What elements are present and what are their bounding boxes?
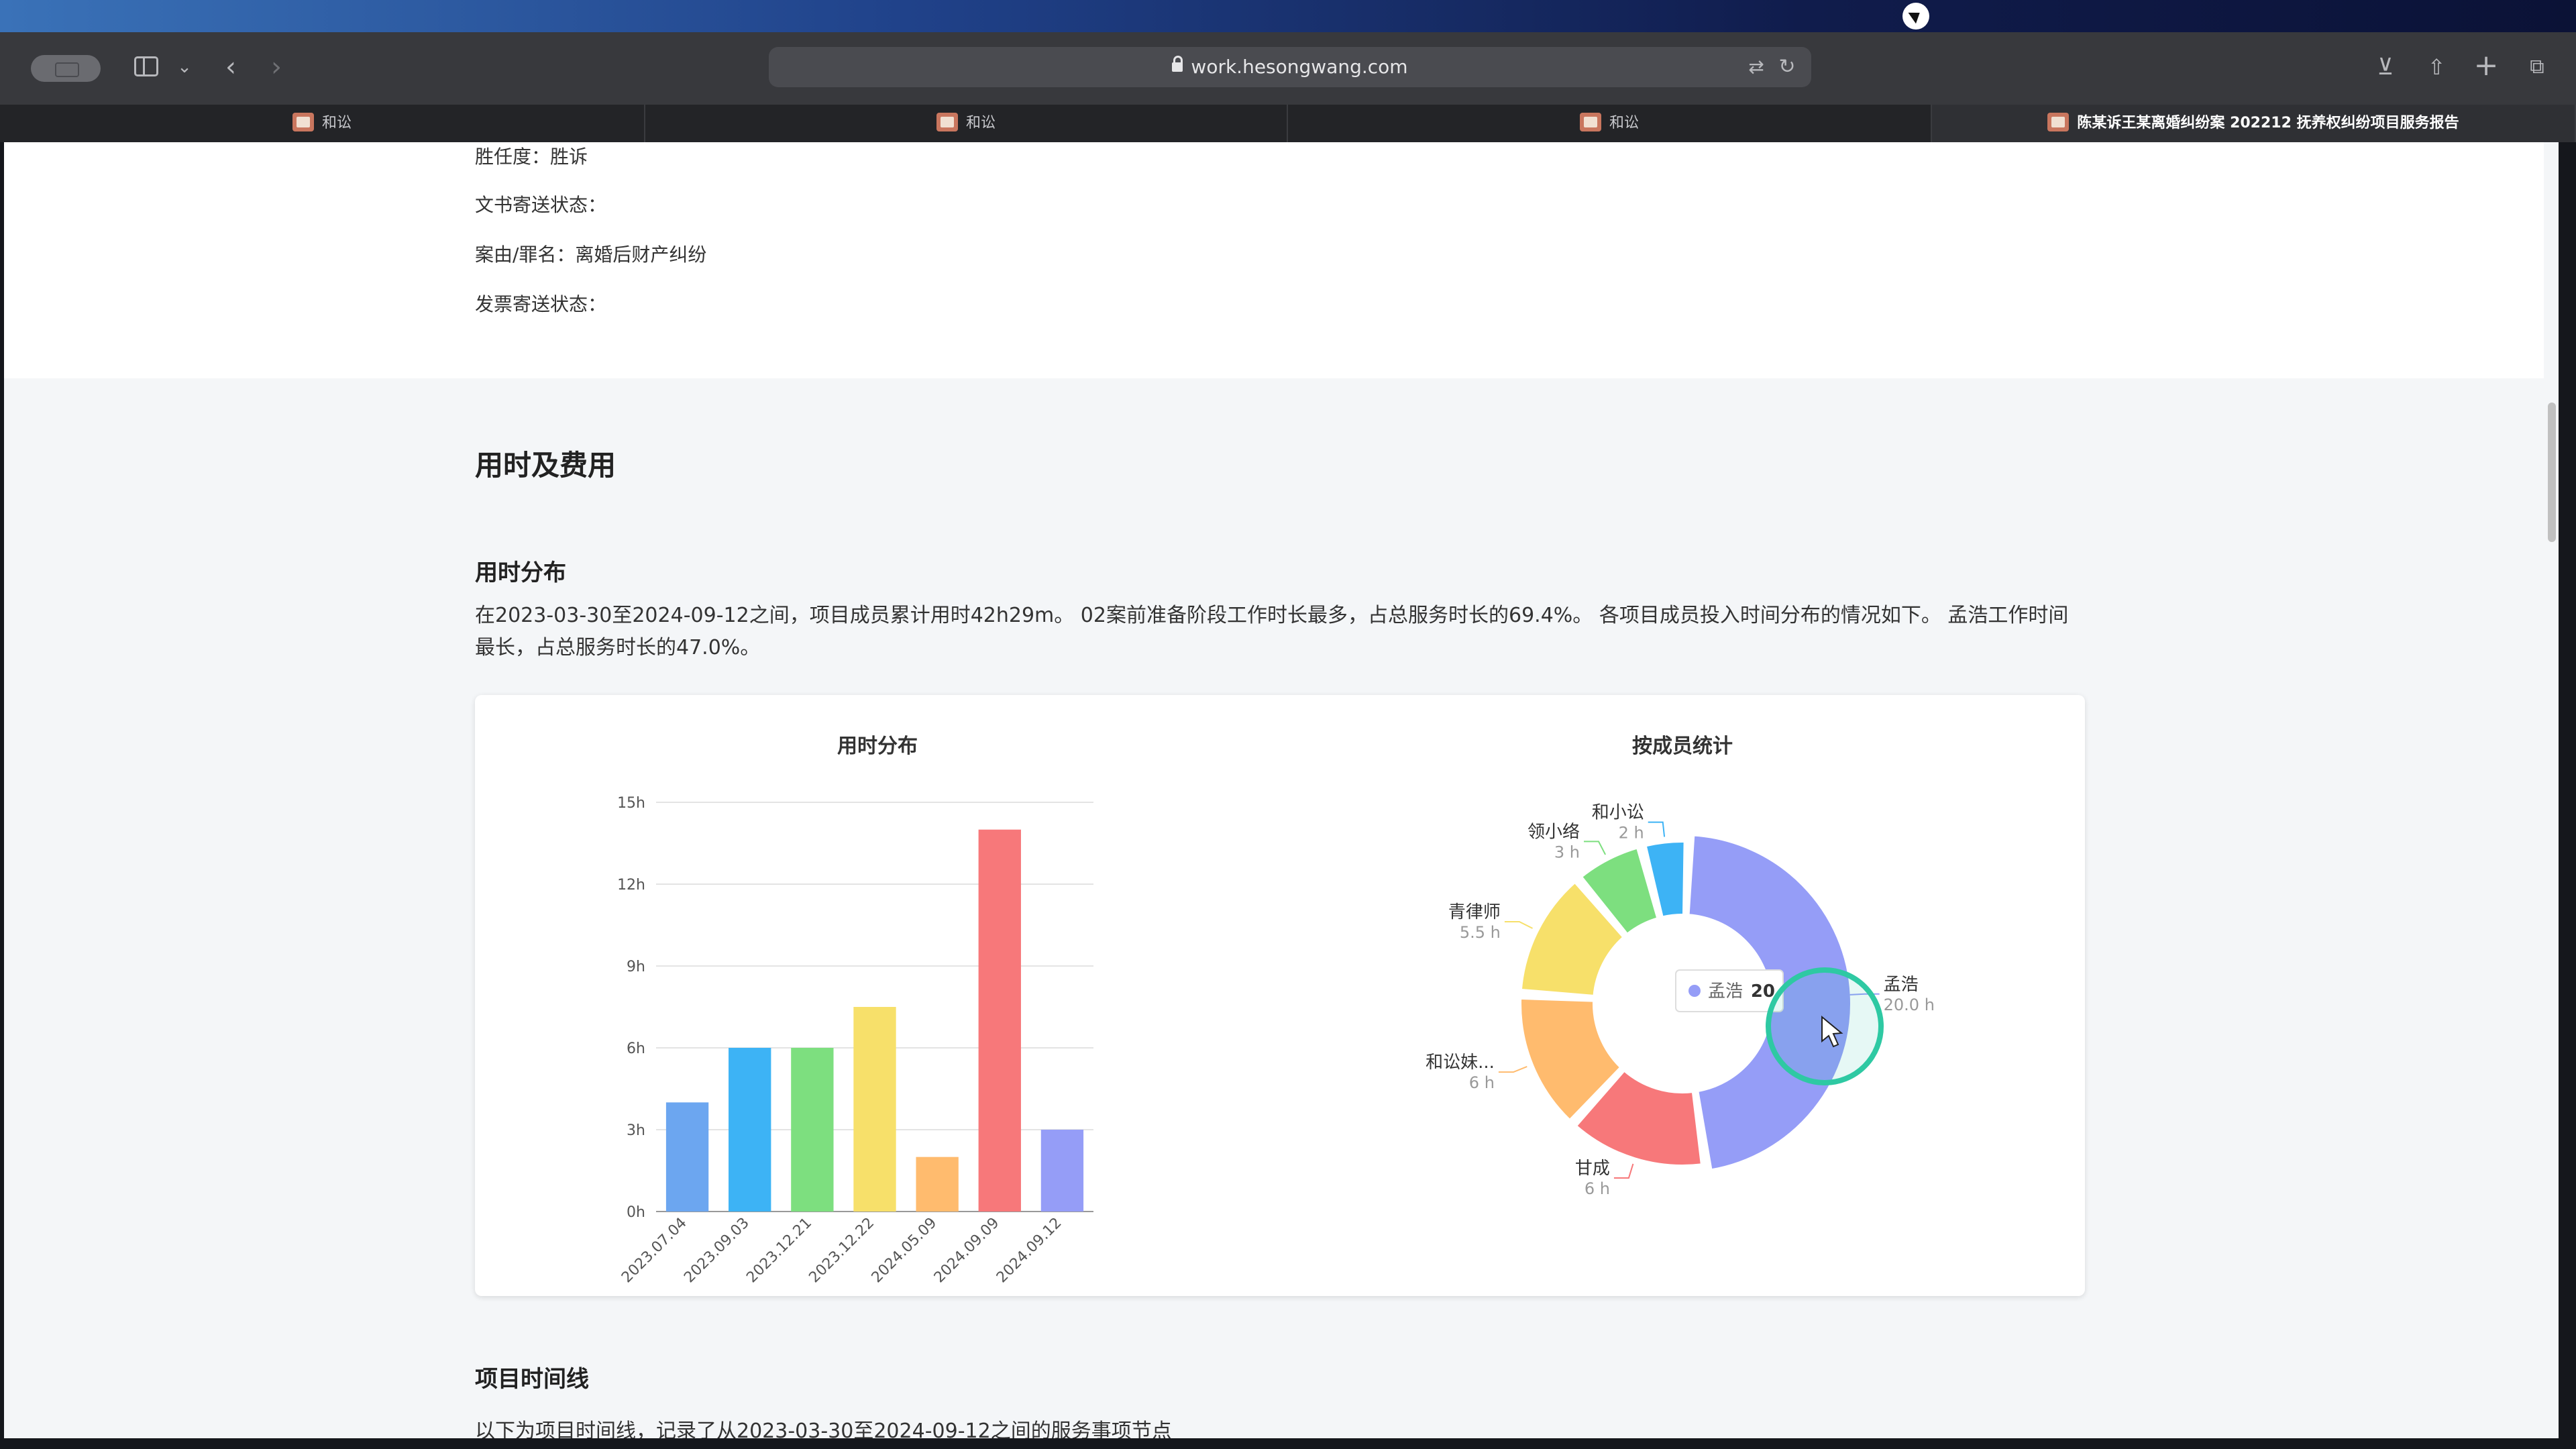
pie-label-name: 领小络	[1527, 822, 1580, 842]
pie-label-name: 青律师	[1448, 902, 1501, 922]
case-info-panel: 胜任度：胜诉 文书寄送状态： 案由/罪名：离婚后财产纠纷 发票寄送状态：	[4, 142, 2559, 378]
case-cause: 案由/罪名：离婚后财产纠纷	[475, 244, 707, 266]
reload-icon[interactable]: ↻	[1774, 47, 1801, 87]
scrollbar-thumb[interactable]	[2548, 402, 2556, 542]
download-icon[interactable]: ⊻	[2371, 47, 2400, 87]
back-icon[interactable]: ‹	[217, 47, 244, 87]
tab-strip: 和讼 和讼 和讼 陈某诉王某离婚纠纷案 202212 抚养权纠纷项目服务报告	[0, 105, 2576, 142]
translate-icon[interactable]: ⇄	[1741, 47, 1771, 87]
favicon-icon	[1579, 113, 1601, 131]
tab[interactable]: 和讼	[0, 105, 645, 142]
timeline-description: 以下为项目时间线，记录了从2023-03-30至2024-09-12之间的服务事…	[475, 1419, 1172, 1438]
subsection-title: 用时分布	[475, 559, 566, 586]
invoice-status: 发票寄送状态：	[475, 293, 607, 315]
x-tick-label: 2024.05.09	[869, 1215, 941, 1287]
time-description: 在2023-03-30至2024-09-12之间，项目成员累计用时42h29m。…	[475, 604, 2069, 659]
y-tick-label: 15h	[617, 795, 645, 812]
bar[interactable]	[665, 1102, 709, 1212]
mac-menubar	[0, 0, 2576, 32]
new-tab-icon[interactable]: +	[2471, 46, 2501, 86]
y-tick-label: 12h	[617, 877, 645, 894]
chart-card: 用时分布 0h 3h 6h 9h 12h 15h 2023.07.04 2023.09.03 20…	[475, 695, 2085, 1296]
address-bar[interactable]: work.hesongwang.com ⇄ ↻	[769, 47, 1811, 87]
bar[interactable]	[1040, 1130, 1084, 1212]
lock-icon	[1172, 56, 1183, 72]
pie-leader-line	[1504, 921, 1533, 929]
pie-label-value: 5.5 h	[1460, 923, 1501, 942]
bar[interactable]	[916, 1157, 959, 1212]
forward-icon[interactable]: ›	[263, 47, 290, 87]
pie-label-value: 3 h	[1554, 843, 1580, 861]
tab-label: 和讼	[965, 115, 996, 131]
favicon-icon	[936, 113, 958, 131]
tab-overview-icon[interactable]: ⧉	[2522, 47, 2552, 87]
share-icon[interactable]: ⇧	[2422, 47, 2451, 87]
tab[interactable]: 和讼	[645, 105, 1288, 142]
pie-leader-line	[1613, 1163, 1634, 1179]
pie-label-value: 20.0 h	[1884, 996, 1935, 1014]
window-controls-icon[interactable]	[31, 55, 101, 82]
section-title: 用时及费用	[475, 449, 616, 482]
tooltip-dot-icon	[1688, 985, 1701, 997]
y-tick-label: 6h	[627, 1040, 645, 1057]
x-tick-label: 2023.07.04	[619, 1215, 690, 1287]
bar[interactable]	[791, 1048, 834, 1212]
favicon-icon	[292, 113, 314, 131]
tab-active[interactable]: 陈某诉王某离婚纠纷案 202212 抚养权纠纷项目服务报告	[1932, 105, 2576, 142]
pie-chart-title: 按成员统计	[1632, 735, 1733, 758]
doc-mail-status: 文书寄送状态：	[475, 194, 607, 216]
win-status: 胜任度：胜诉	[475, 146, 588, 168]
x-tick-label: 2024.09.12	[994, 1215, 1065, 1287]
pie-label-value: 6 h	[1469, 1073, 1495, 1092]
tab-label: 和讼	[321, 115, 352, 131]
favicon-icon	[2047, 113, 2070, 131]
browser-toolbar: ⌄ ‹ › work.hesongwang.com ⇄ ↻ ⊻ ⇧ + ⧉	[0, 32, 2576, 106]
chevron-down-icon[interactable]: ⌄	[174, 47, 195, 87]
charts-svg: 用时分布0h3h6h9h12h15h2023.07.042023.09.0320…	[617, 735, 1935, 1287]
x-tick-label: 2023.12.21	[743, 1215, 815, 1287]
pie-label-value: 2 h	[1619, 824, 1644, 843]
tooltip-value: 20	[1751, 981, 1775, 1002]
tab[interactable]: 和讼	[1288, 105, 1932, 142]
x-tick-label: 2024.09.09	[931, 1215, 1003, 1287]
y-tick-label: 3h	[627, 1122, 645, 1139]
bar[interactable]	[729, 1048, 771, 1212]
pie-label-value: 6 h	[1585, 1179, 1610, 1198]
scrollbar[interactable]	[2544, 142, 2559, 1438]
tab-label: 和讼	[1609, 115, 1639, 131]
pie-label-name: 和小讼	[1592, 803, 1644, 823]
pie-label-name: 甘成	[1575, 1159, 1610, 1179]
x-tick-label: 2023.12.22	[806, 1215, 877, 1287]
y-tick-label: 0h	[627, 1204, 645, 1221]
page-content: 胜任度：胜诉 文书寄送状态： 案由/罪名：离婚后财产纠纷 发票寄送状态： 用时及…	[4, 142, 2559, 1438]
url-text: work.hesongwang.com	[1191, 56, 1408, 78]
y-tick-label: 9h	[627, 959, 645, 975]
sidebar-toggle-icon[interactable]	[134, 56, 158, 76]
pie-leader-line	[1648, 821, 1666, 837]
pie-leader-line	[1584, 841, 1607, 855]
bar[interactable]	[978, 829, 1021, 1212]
pie-label-name: 孟浩	[1884, 975, 1919, 995]
pie-label-name: 和讼妹...	[1426, 1053, 1495, 1073]
pie-leader-line	[1498, 1065, 1527, 1073]
bar[interactable]	[853, 1007, 896, 1212]
tab-label: 陈某诉王某离婚纠纷案 202212 抚养权纠纷项目服务报告	[2077, 115, 2459, 131]
bar-chart-title: 用时分布	[837, 735, 918, 758]
timeline-title: 项目时间线	[475, 1366, 589, 1393]
tooltip-name: 孟浩	[1708, 981, 1743, 1002]
cursor-icon	[1902, 3, 1929, 30]
x-tick-label: 2023.09.03	[681, 1215, 753, 1287]
